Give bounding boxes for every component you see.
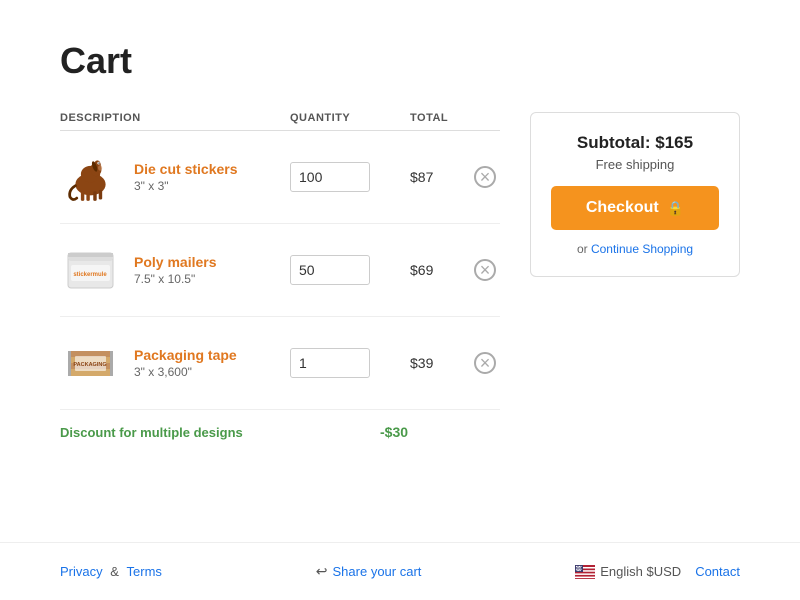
checkout-box: Subtotal: $165 Free shipping Checkout 🔒 …: [530, 112, 740, 277]
item-quantity-cell: [290, 255, 410, 285]
discount-label: Discount for multiple designs: [60, 425, 380, 440]
table-row: PACKAGING Packaging tape 3" x 3,600" $39…: [60, 317, 500, 410]
contact-link[interactable]: Contact: [695, 564, 740, 579]
quantity-input[interactable]: [290, 348, 370, 378]
item-total: $69: [410, 262, 470, 278]
privacy-link[interactable]: Privacy: [60, 564, 103, 579]
item-remove-cell: ×: [470, 166, 500, 188]
footer-left: Privacy & Terms: [60, 564, 162, 579]
discount-row: Discount for multiple designs -$30: [60, 410, 500, 454]
item-quantity-cell: [290, 162, 410, 192]
share-icon: ↩: [316, 563, 328, 580]
item-name-link[interactable]: Packaging tape: [134, 347, 237, 363]
continue-shopping-link[interactable]: Continue Shopping: [591, 242, 693, 256]
item-description: stickermule Poly mailers 7.5" x 10.5": [60, 240, 290, 300]
item-quantity-cell: [290, 348, 410, 378]
page-title: Cart: [60, 40, 740, 82]
item-total: $39: [410, 355, 470, 371]
table-header: DESCRIPTION QUANTITY TOTAL: [60, 112, 500, 131]
item-info: Packaging tape 3" x 3,600": [134, 347, 237, 379]
lock-icon: 🔒: [667, 200, 684, 217]
item-image-poly: stickermule: [60, 240, 120, 300]
item-total: $87: [410, 169, 470, 185]
or-text: or: [577, 242, 588, 256]
main-layout: DESCRIPTION QUANTITY TOTAL: [60, 112, 740, 454]
header-quantity: QUANTITY: [290, 112, 410, 124]
flag-icon: [575, 565, 595, 579]
item-description: PACKAGING Packaging tape 3" x 3,600": [60, 333, 290, 393]
header-remove: [470, 112, 500, 124]
footer-center: ↩ Share your cart: [316, 563, 422, 580]
terms-link[interactable]: Terms: [127, 564, 162, 579]
svg-text:stickermule: stickermule: [73, 272, 107, 278]
item-name-link[interactable]: Poly mailers: [134, 254, 217, 270]
free-shipping: Free shipping: [551, 157, 719, 172]
checkout-button[interactable]: Checkout 🔒: [551, 186, 719, 230]
table-row: Die cut stickers 3" x 3" $87 ×: [60, 131, 500, 224]
remove-button[interactable]: ×: [474, 352, 496, 374]
quantity-input[interactable]: [290, 255, 370, 285]
item-image-tape: PACKAGING: [60, 333, 120, 393]
remove-button[interactable]: ×: [474, 166, 496, 188]
item-size: 3" x 3,600": [134, 365, 237, 379]
sidebar: Subtotal: $165 Free shipping Checkout 🔒 …: [530, 112, 740, 277]
discount-amount: -$30: [380, 424, 440, 440]
item-size: 7.5" x 10.5": [134, 272, 217, 286]
table-row: stickermule Poly mailers 7.5" x 10.5" $6…: [60, 224, 500, 317]
header-total: TOTAL: [410, 112, 470, 124]
language-selector: English $USD: [575, 564, 681, 579]
header-description: DESCRIPTION: [60, 112, 290, 124]
cart-section: DESCRIPTION QUANTITY TOTAL: [60, 112, 500, 454]
item-remove-cell: ×: [470, 259, 500, 281]
item-description: Die cut stickers 3" x 3": [60, 147, 290, 207]
quantity-input[interactable]: [290, 162, 370, 192]
item-image-horse: [60, 147, 120, 207]
subtotal: Subtotal: $165: [551, 133, 719, 153]
item-size: 3" x 3": [134, 179, 238, 193]
footer-right: English $USD Contact: [575, 564, 740, 579]
svg-text:PACKAGING: PACKAGING: [73, 362, 106, 368]
or-continue: or Continue Shopping: [551, 242, 719, 256]
footer: Privacy & Terms ↩ Share your cart: [0, 542, 800, 600]
item-name-link[interactable]: Die cut stickers: [134, 161, 238, 177]
remove-button[interactable]: ×: [474, 259, 496, 281]
language-label: English $USD: [600, 564, 681, 579]
page-container: Cart DESCRIPTION QUANTITY TOTAL: [0, 0, 800, 600]
item-info: Poly mailers 7.5" x 10.5": [134, 254, 217, 286]
footer-separator: &: [107, 564, 123, 579]
share-label: Share your cart: [333, 564, 422, 579]
share-cart-link[interactable]: ↩ Share your cart: [316, 563, 422, 580]
item-info: Die cut stickers 3" x 3": [134, 161, 238, 193]
checkout-label: Checkout: [586, 199, 659, 217]
item-remove-cell: ×: [470, 352, 500, 374]
